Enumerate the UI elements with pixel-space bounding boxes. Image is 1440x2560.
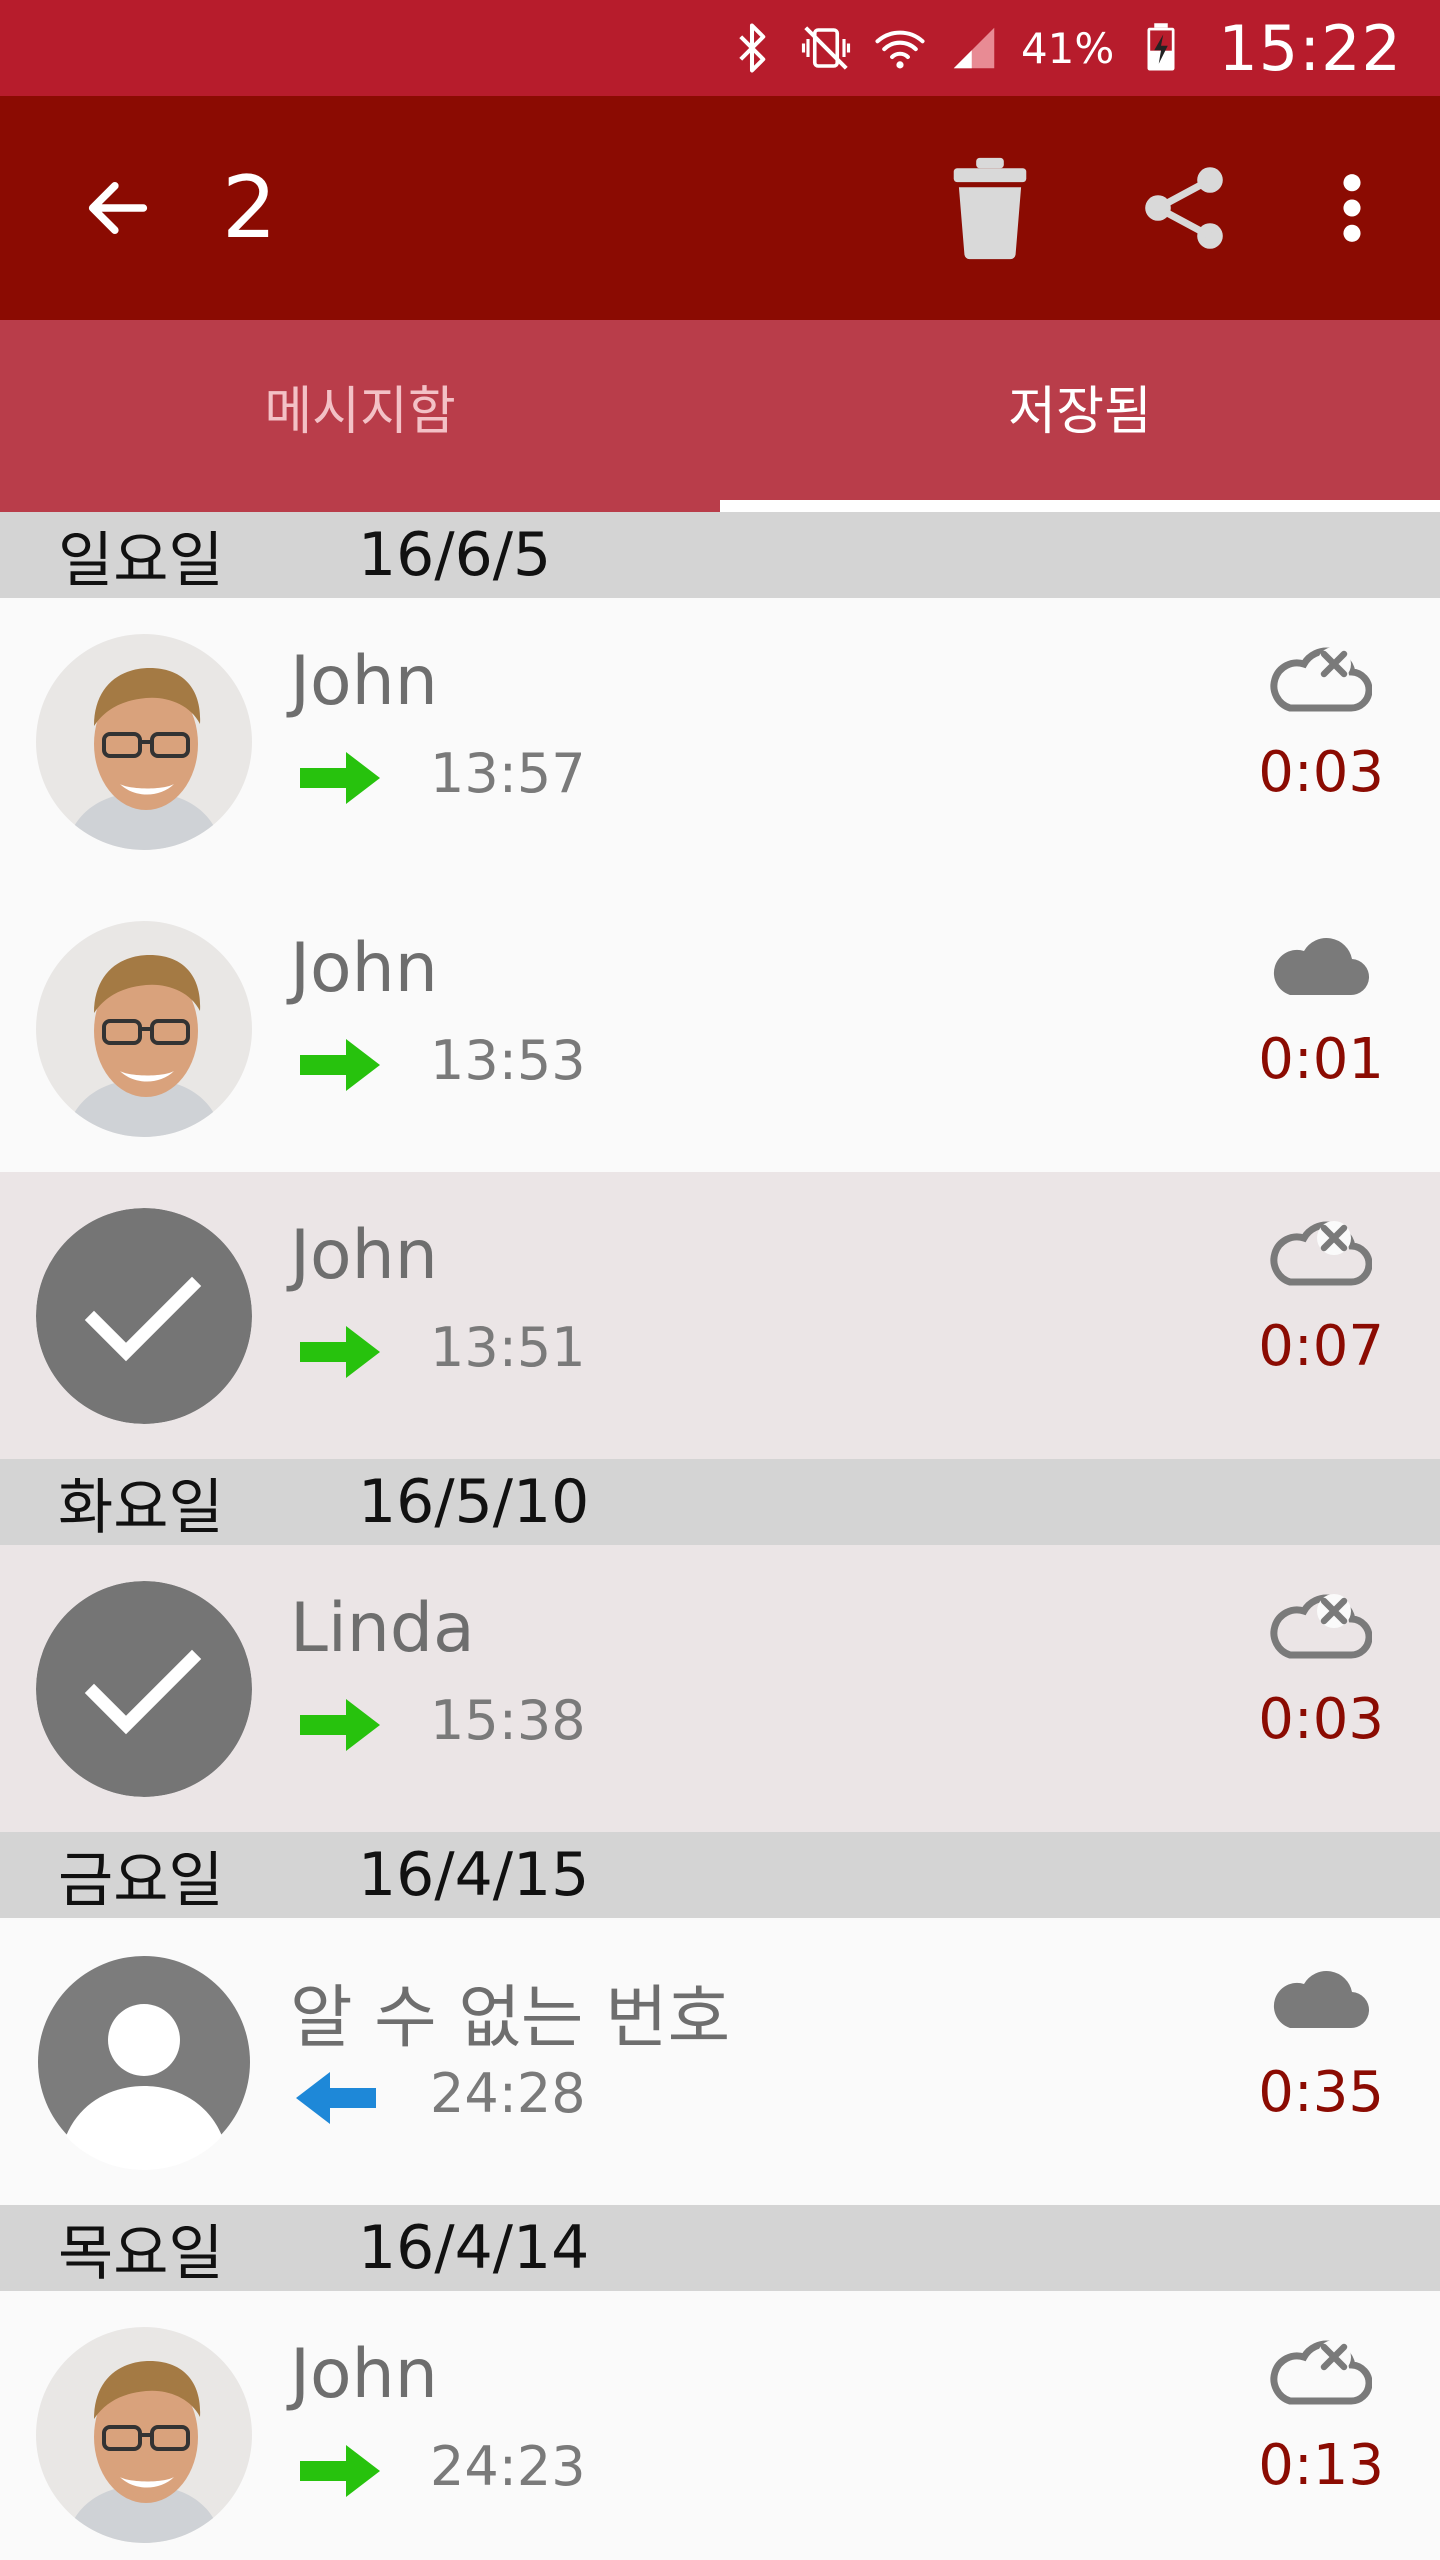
date-header: 금요일 16/4/15 xyxy=(0,1832,1440,1918)
call-time: 13:53 xyxy=(430,1029,586,1092)
contact-avatar[interactable] xyxy=(36,921,252,1137)
cloud-off-icon[interactable] xyxy=(1268,2331,1373,2411)
call-time: 13:51 xyxy=(430,1316,586,1379)
arrow-back-icon xyxy=(88,182,148,234)
status-bar: 41% 15:22 xyxy=(0,0,1440,96)
outgoing-call-arrow-icon xyxy=(296,1695,380,1755)
contact-name: Linda xyxy=(290,1589,475,1668)
selected-check-icon[interactable] xyxy=(36,1581,252,1797)
date-header-day: 목요일 xyxy=(58,2218,224,2289)
outgoing-call-arrow-icon xyxy=(296,1322,380,1382)
share-icon xyxy=(1145,167,1223,249)
call-duration: 0:07 xyxy=(1258,1314,1384,1379)
call-time: 24:23 xyxy=(430,2435,586,2498)
tab-saved[interactable]: 저장됨 xyxy=(720,320,1440,512)
call-duration: 0:01 xyxy=(1258,1027,1384,1092)
recording-row[interactable]: John 13:51 0:07 xyxy=(0,1172,1440,1459)
recording-list: 일요일 16/6/5 John 13:57 0:03 John 13:53 0:01 John 1… xyxy=(0,512,1440,2560)
wifi-icon xyxy=(873,21,927,75)
recording-row[interactable]: John 13:57 0:03 xyxy=(0,598,1440,885)
outgoing-call-arrow-icon xyxy=(296,748,380,808)
outgoing-call-arrow-icon xyxy=(296,1035,380,1095)
call-duration: 0:35 xyxy=(1258,2060,1384,2125)
date-header: 목요일 16/4/14 xyxy=(0,2205,1440,2291)
contact-name: John xyxy=(290,1216,438,1295)
clock: 15:22 xyxy=(1218,11,1402,85)
share-button[interactable] xyxy=(1128,152,1240,264)
cloud-off-icon[interactable] xyxy=(1268,638,1373,718)
tab-inbox[interactable]: 메시지함 xyxy=(0,320,720,512)
date-header-day: 화요일 xyxy=(58,1472,224,1543)
date-header-day: 일요일 xyxy=(58,525,224,596)
default-contact-icon[interactable] xyxy=(36,1954,252,2170)
signal-icon xyxy=(947,21,1001,75)
contact-name: 알 수 없는 번호 xyxy=(290,1979,731,2058)
call-duration: 0:03 xyxy=(1258,1687,1384,1752)
call-time: 13:57 xyxy=(430,742,586,805)
call-time: 24:28 xyxy=(430,2062,586,2125)
more-options-button[interactable] xyxy=(1296,152,1408,264)
selected-check-icon[interactable] xyxy=(36,1208,252,1424)
recording-row[interactable]: John 13:53 0:01 xyxy=(0,885,1440,1172)
cloud-off-icon[interactable] xyxy=(1268,1585,1373,1665)
outgoing-call-arrow-icon xyxy=(296,2441,380,2501)
bluetooth-icon xyxy=(725,21,779,75)
recording-row[interactable]: 알 수 없는 번호 24:28 0:35 xyxy=(0,1918,1440,2205)
contact-avatar[interactable] xyxy=(36,2327,252,2543)
date-header-date: 16/4/14 xyxy=(358,2213,590,2283)
delete-button[interactable] xyxy=(934,152,1046,264)
call-time: 15:38 xyxy=(430,1689,586,1752)
contact-name: John xyxy=(290,2335,438,2414)
call-duration: 0:13 xyxy=(1258,2433,1384,2498)
back-button[interactable] xyxy=(62,152,174,264)
battery-percent: 41% xyxy=(1020,23,1115,73)
cloud-icon[interactable] xyxy=(1268,925,1372,1005)
cloud-off-icon[interactable] xyxy=(1268,1212,1373,1292)
recording-row[interactable]: Linda 15:38 0:03 xyxy=(0,1545,1440,1832)
tab-bar: 메시지함 저장됨 xyxy=(0,320,1440,512)
recording-row[interactable]: John 24:23 0:13 xyxy=(0,2291,1440,2560)
battery-charging-icon xyxy=(1134,21,1188,75)
date-header-date: 16/5/10 xyxy=(358,1467,590,1537)
date-header-date: 16/6/5 xyxy=(358,520,552,590)
date-header-date: 16/4/15 xyxy=(358,1840,590,1910)
contact-name: John xyxy=(290,642,438,721)
date-header-day: 금요일 xyxy=(58,1845,224,1916)
cloud-icon[interactable] xyxy=(1268,1958,1372,2038)
incoming-call-arrow-icon xyxy=(296,2068,380,2128)
call-duration: 0:03 xyxy=(1258,740,1384,805)
more-vert-icon xyxy=(1343,174,1361,242)
action-bar: 2 xyxy=(0,96,1440,320)
vibrate-mute-icon xyxy=(799,21,853,75)
status-icons: 41% 15:22 xyxy=(725,0,1402,96)
selection-count: 2 xyxy=(222,158,277,258)
contact-avatar[interactable] xyxy=(36,634,252,850)
date-header: 일요일 16/6/5 xyxy=(0,512,1440,598)
contact-name: John xyxy=(290,929,438,1008)
date-header: 화요일 16/5/10 xyxy=(0,1459,1440,1545)
trash-icon xyxy=(953,157,1027,260)
